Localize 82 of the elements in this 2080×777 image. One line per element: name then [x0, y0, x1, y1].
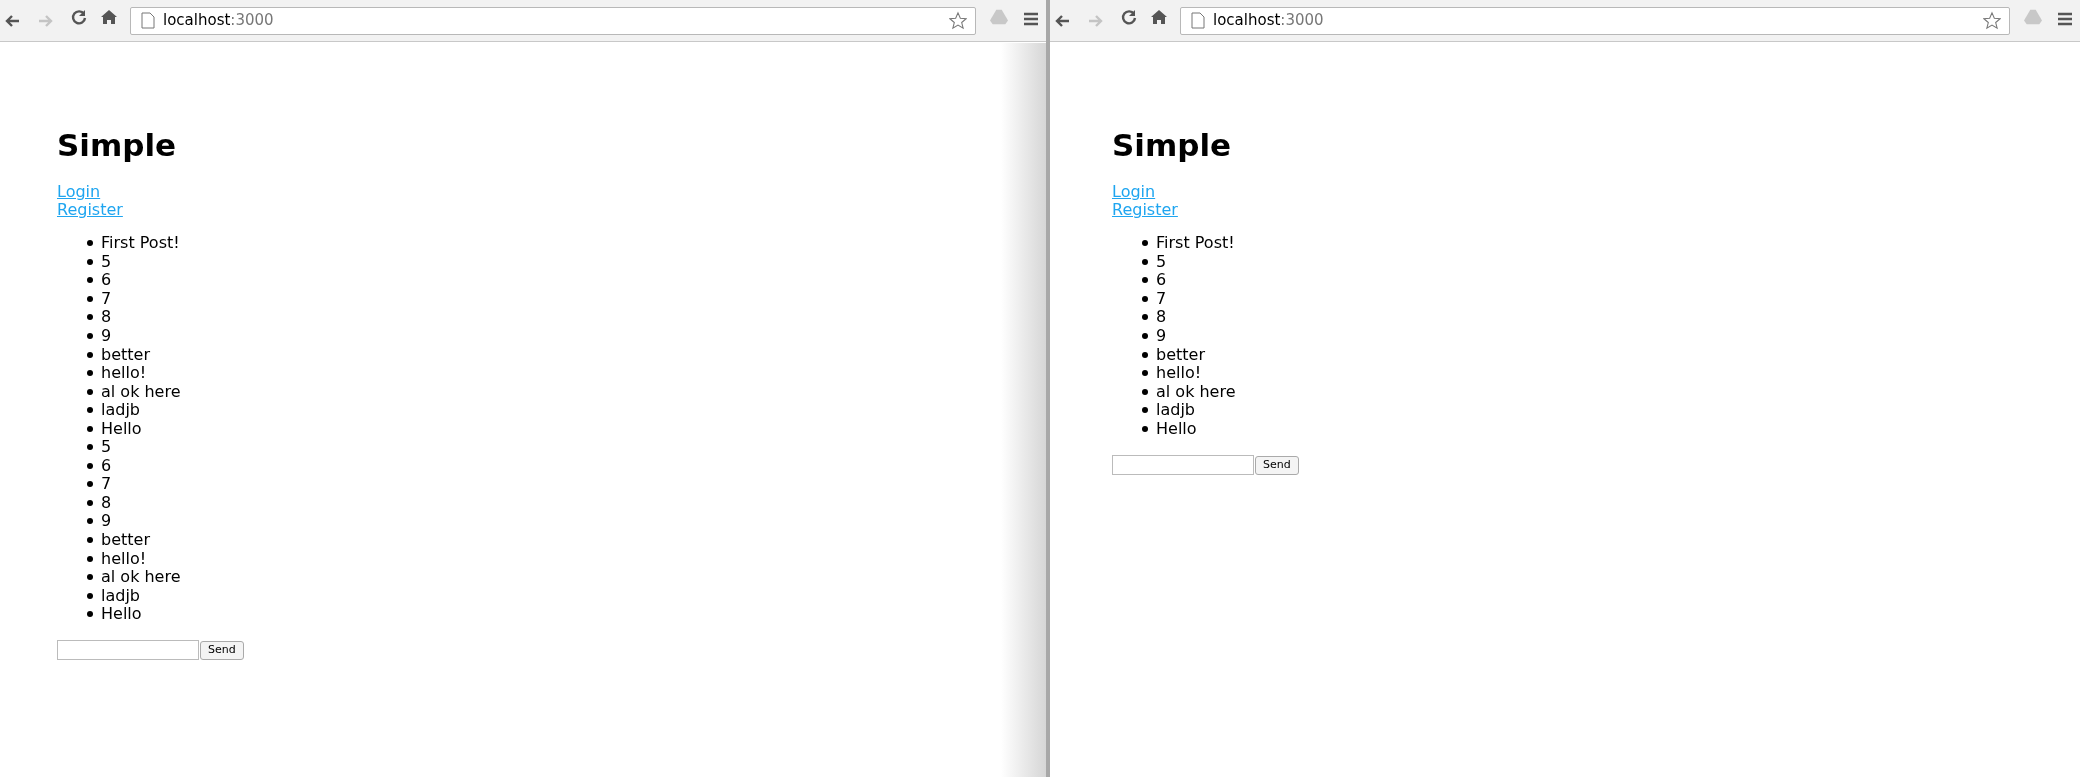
bullet-icon [87, 240, 93, 247]
bullet-icon [87, 425, 93, 432]
post-item: al ok here [101, 568, 181, 587]
post-item: 6 [101, 456, 112, 475]
post-item: ladjb [1156, 401, 1195, 420]
bullet-icon [87, 295, 93, 302]
bullet-icon [1142, 370, 1148, 377]
bullet-icon [87, 258, 93, 265]
message-input[interactable] [57, 640, 199, 661]
bullet-icon [87, 555, 93, 562]
post-item: 5 [101, 438, 112, 457]
post-item: better [1156, 345, 1205, 364]
post-item: 7 [101, 475, 112, 494]
post-item: 7 [1156, 289, 1167, 308]
post-item: First Post! [101, 234, 180, 253]
bullet-icon [1142, 240, 1148, 247]
address-bar[interactable]: localhost:3000 [1180, 6, 2010, 35]
bullet-icon [87, 462, 93, 469]
post-item: al ok here [1156, 382, 1236, 401]
bullet-icon [1142, 388, 1148, 395]
bullet-icon [1142, 258, 1148, 265]
home-icon[interactable] [100, 8, 118, 26]
address-text: localhost:3000 [1213, 10, 1324, 32]
post-item: First Post! [1156, 234, 1235, 253]
post-item: 9 [101, 327, 112, 345]
post-item: hello! [101, 549, 147, 568]
star-icon[interactable] [949, 11, 967, 30]
bullet-icon [1142, 277, 1148, 284]
bullet-icon [87, 611, 93, 618]
post-item: 9 [1156, 327, 1167, 345]
post-item: 5 [1156, 252, 1167, 271]
post-item: 9 [101, 512, 112, 531]
bullet-icon [87, 518, 93, 525]
post-item: 8 [101, 493, 112, 512]
bullet-icon [87, 592, 93, 599]
post-item: 8 [1156, 308, 1167, 327]
send-button[interactable]: Send [200, 641, 244, 660]
page-icon [1189, 11, 1207, 30]
bullet-icon [87, 499, 93, 506]
bullet-icon [87, 481, 93, 488]
page-heading: Simple [1112, 127, 1232, 163]
post-item: 8 [101, 308, 112, 327]
address-bar[interactable]: localhost:3000 [130, 6, 976, 35]
page-icon [139, 11, 157, 30]
bullet-icon [1142, 314, 1148, 321]
bullet-icon [1142, 351, 1148, 358]
bullet-icon [87, 407, 93, 414]
post-item: 6 [101, 271, 112, 290]
bullet-icon [1142, 295, 1148, 302]
post-item: ladjb [101, 401, 140, 420]
post-item: 7 [101, 289, 112, 308]
post-item: better [101, 531, 150, 549]
bullet-icon [87, 333, 93, 339]
bullet-icon [87, 370, 93, 377]
post-item: Hello [101, 419, 142, 438]
post-item: 5 [101, 252, 112, 271]
home-icon[interactable] [1150, 8, 1168, 26]
post-item: al ok here [101, 382, 181, 401]
star-icon[interactable] [1983, 11, 2001, 30]
bullet-icon [87, 277, 93, 284]
post-item: Hello [1156, 419, 1197, 438]
bullet-icon [1142, 333, 1148, 339]
bullet-icon [1142, 407, 1148, 414]
reload-icon[interactable] [1120, 8, 1138, 26]
send-button[interactable]: Send [1255, 455, 1299, 475]
reload-icon[interactable] [70, 8, 88, 26]
post-item: 6 [1156, 271, 1167, 290]
post-item: better [101, 345, 150, 364]
bullet-icon [87, 574, 93, 581]
bullet-icon [87, 351, 93, 358]
bullet-icon [87, 537, 93, 543]
post-item: ladjb [101, 586, 140, 605]
bullet-icon [87, 314, 93, 321]
page-heading: Simple [57, 127, 177, 163]
bullet-icon [87, 444, 93, 451]
bullet-icon [1142, 425, 1148, 432]
address-text: localhost:3000 [163, 10, 274, 32]
post-item: hello! [101, 364, 147, 383]
bullet-icon [87, 388, 93, 395]
message-input[interactable] [1112, 455, 1254, 475]
post-item: hello! [1156, 364, 1202, 383]
post-item: Hello [101, 605, 142, 624]
